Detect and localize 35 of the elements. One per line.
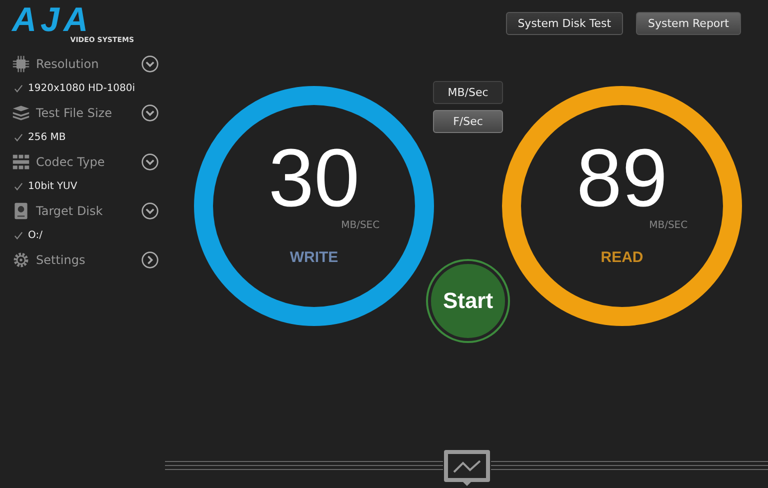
toolbar-button[interactable]: System Report xyxy=(636,12,741,35)
chevron-down-icon[interactable] xyxy=(141,55,159,73)
gauge-unit: MB/SEC xyxy=(649,220,688,231)
start-button[interactable]: Start xyxy=(428,261,508,341)
gauge-label: WRITE xyxy=(290,249,338,266)
toolbar-button[interactable]: System Disk Test xyxy=(506,12,624,35)
gauge-label: READ xyxy=(600,249,644,266)
chart-icon[interactable] xyxy=(442,448,490,488)
gauge-value: 89 xyxy=(576,138,668,220)
stack-icon xyxy=(12,104,30,122)
unit-toggle[interactable]: MB/Sec xyxy=(433,81,503,104)
gauge-value: 30 xyxy=(268,138,360,220)
selected-value: 10bit YUV xyxy=(28,181,78,192)
selected-value: O:/ xyxy=(28,230,42,241)
sidebar-label: Codec Type xyxy=(36,155,106,169)
selected-value: 256 MB xyxy=(28,132,66,143)
sidebar-label: Test File Size xyxy=(36,106,113,120)
chip-icon xyxy=(12,55,30,73)
unit-toggle[interactable]: F/Sec xyxy=(433,110,503,133)
chevron-down-icon[interactable] xyxy=(141,202,159,220)
logo-wordmark: AJA xyxy=(12,4,92,36)
sidebar-label: Resolution xyxy=(36,57,100,71)
check-icon xyxy=(14,84,23,93)
check-icon xyxy=(14,231,23,240)
sidebar-label: Target Disk xyxy=(36,204,104,218)
chevron-down-icon[interactable] xyxy=(141,153,159,171)
sidebar-label: Settings xyxy=(36,253,86,267)
gauge-unit: MB/SEC xyxy=(341,220,380,231)
settings-icon xyxy=(12,251,30,269)
selected-value: 1920x1080 HD-1080i xyxy=(28,83,136,94)
grid-icon xyxy=(12,153,30,171)
check-icon xyxy=(14,133,23,142)
chevron-down-icon[interactable] xyxy=(141,104,159,122)
check-icon xyxy=(14,182,23,191)
chevron-right-icon[interactable] xyxy=(141,251,159,269)
